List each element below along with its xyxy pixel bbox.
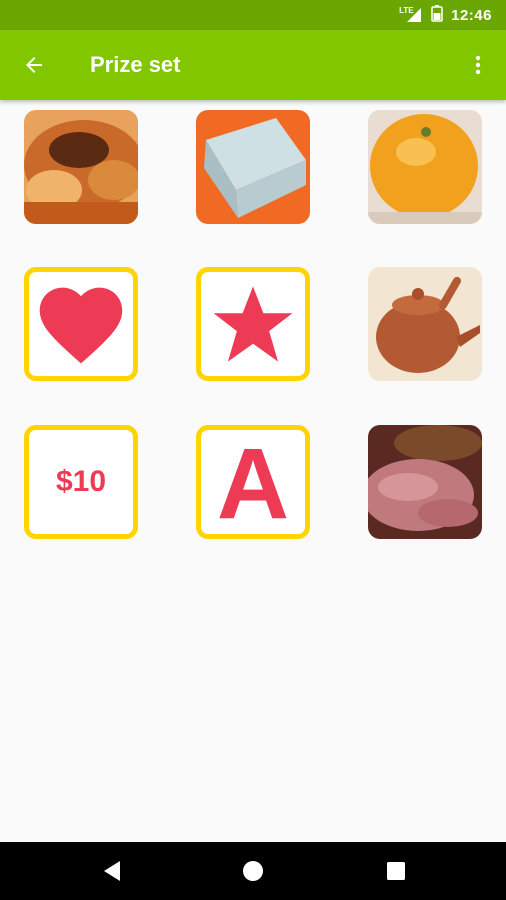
prize-tile-orange[interactable] — [368, 110, 482, 224]
navigation-bar — [0, 842, 506, 900]
prize-label-ten-dollars: $10 — [55, 465, 107, 498]
prize-label-letter-a: A — [216, 428, 290, 539]
triangle-back-icon — [104, 861, 120, 881]
prize-tile-star[interactable] — [196, 267, 310, 381]
square-recents-icon — [387, 862, 405, 880]
status-bar: LTE 12:46 — [0, 0, 506, 30]
prize-tile-teapot[interactable] — [368, 267, 482, 381]
app-bar: Prize set — [0, 30, 506, 100]
nav-back-button[interactable] — [97, 856, 127, 886]
prize-tile-letter-a[interactable]: A — [196, 425, 310, 539]
prize-tile-heart[interactable] — [24, 267, 138, 381]
more-vert-icon — [475, 55, 481, 75]
status-time: 12:46 — [451, 6, 492, 24]
orange-fruit-photo — [368, 110, 482, 224]
nav-recents-button[interactable] — [381, 856, 411, 886]
signal-icon: LTE — [399, 6, 423, 23]
prize-tile-sliced-meat[interactable] — [368, 425, 482, 539]
prize-tile-roast-chicken[interactable] — [24, 110, 138, 224]
page-title: Prize set — [90, 52, 181, 77]
prize-tile-ten-dollars[interactable]: $10 — [24, 425, 138, 539]
roast-chicken-photo — [24, 110, 138, 224]
circle-home-icon — [243, 861, 263, 881]
teapot-photo — [368, 267, 482, 381]
nav-home-button[interactable] — [238, 856, 268, 886]
heart-icon — [39, 287, 123, 364]
battery-icon — [431, 4, 443, 27]
sliced-meat-photo — [368, 425, 482, 539]
arrow-left-icon — [26, 57, 42, 73]
prize-tile-gift-box[interactable] — [196, 110, 310, 224]
back-button[interactable] — [18, 49, 50, 81]
more-options-button[interactable] — [462, 49, 494, 81]
star-icon — [213, 286, 293, 362]
gift-box-photo — [196, 110, 310, 224]
